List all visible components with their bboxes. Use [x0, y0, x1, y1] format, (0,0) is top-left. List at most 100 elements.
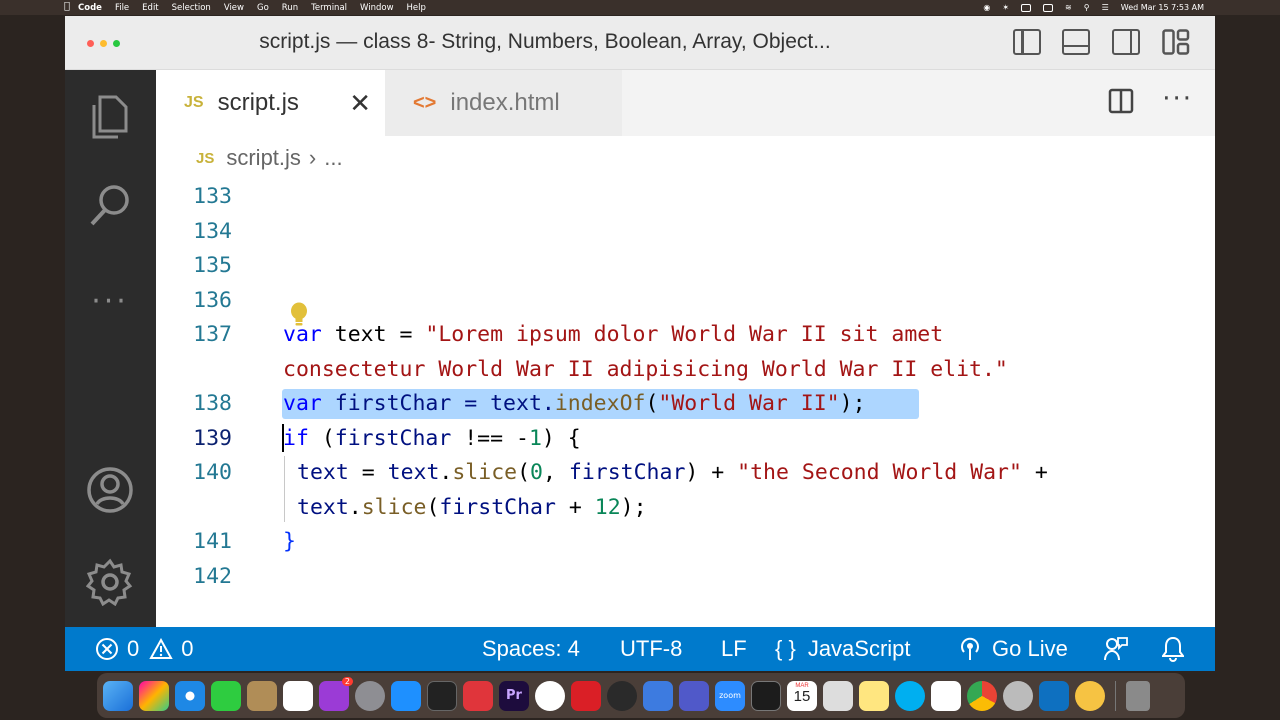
- menu-go[interactable]: Go: [257, 3, 269, 13]
- breadcrumb: JS script.js › ...: [156, 136, 1215, 180]
- vscode-window: script.js — class 8- String, Numbers, Bo…: [65, 16, 1215, 671]
- trash-icon[interactable]: [1126, 680, 1150, 711]
- apple-icon[interactable]: : [64, 1, 70, 12]
- safari-icon[interactable]: [175, 680, 205, 711]
- code-line-140: text = text.slice(0, firstChar) + "the S…: [297, 460, 1048, 485]
- zoom-icon[interactable]: zoom: [715, 680, 745, 711]
- eol-indicator[interactable]: LF: [721, 636, 747, 662]
- chevron-right-icon: ›: [308, 145, 317, 170]
- language-label: JavaScript: [807, 636, 911, 661]
- obs-icon[interactable]: [607, 680, 637, 711]
- go-live-label: Go Live: [992, 636, 1068, 661]
- reminders-icon[interactable]: [283, 680, 313, 711]
- teams-icon[interactable]: [679, 680, 709, 711]
- writer-icon[interactable]: [535, 680, 565, 711]
- split-editor-icon[interactable]: [1108, 88, 1134, 118]
- toggle-secondary-sidebar-icon[interactable]: [1112, 29, 1140, 55]
- vscode-icon[interactable]: [1039, 680, 1069, 711]
- status-bar: 0 0 Spaces: 4 UTF-8 LF { } JavaScript Go…: [65, 627, 1215, 671]
- launchpad-icon[interactable]: [139, 680, 169, 711]
- more-actions-icon[interactable]: ···: [1162, 86, 1193, 112]
- tab-index-html[interactable]: <> index.html: [385, 70, 622, 136]
- line-number: 134: [193, 219, 232, 244]
- cast-app-icon[interactable]: [463, 680, 493, 711]
- problems-indicator[interactable]: 0 0: [95, 636, 194, 662]
- menu-view[interactable]: View: [224, 3, 244, 13]
- podcasts-badge: 2: [341, 676, 353, 686]
- toggle-panel-icon[interactable]: [1062, 29, 1090, 55]
- feedback-icon[interactable]: [1103, 636, 1129, 662]
- menubar-clock[interactable]: Wed Mar 15 7:53 AM: [1121, 3, 1204, 12]
- chrome-canary-icon[interactable]: [1075, 680, 1105, 711]
- creative-cloud-icon[interactable]: [571, 680, 601, 711]
- mac-dock: 2 Pr zoom MAR 15: [97, 673, 1185, 718]
- settings-gear-icon[interactable]: [85, 557, 135, 607]
- menu-run[interactable]: Run: [282, 3, 298, 13]
- finder-icon[interactable]: [103, 680, 133, 711]
- xcode-icon[interactable]: [643, 680, 673, 711]
- error-icon: [96, 638, 118, 660]
- line-number: 140: [193, 460, 232, 485]
- podcasts-icon[interactable]: 2: [319, 676, 353, 711]
- search-icon[interactable]: [85, 180, 135, 230]
- editor-tabs: JS script.js ✕ <> index.html ···: [156, 70, 1215, 136]
- code-line-140-wrap: text.slice(firstChar + 12);: [297, 495, 647, 520]
- skype-icon[interactable]: [895, 680, 925, 711]
- menu-window[interactable]: Window: [360, 3, 394, 13]
- indent-guide: [284, 456, 285, 522]
- wifi-icon[interactable]: ≋: [1065, 3, 1072, 12]
- premiere-icon[interactable]: Pr: [499, 680, 529, 711]
- code-line-137: var text = "Lorem ipsum dolor World War …: [283, 322, 944, 347]
- battery-icon[interactable]: [1043, 3, 1054, 12]
- encoding-indicator[interactable]: UTF-8: [620, 636, 682, 662]
- explorer-icon[interactable]: [85, 92, 135, 142]
- editor-actions: ···: [1108, 86, 1193, 118]
- html-file-icon: <>: [413, 91, 437, 114]
- breadcrumb-symbol[interactable]: ...: [324, 145, 342, 171]
- chrome-icon[interactable]: [967, 680, 997, 711]
- language-mode[interactable]: { } JavaScript: [775, 636, 911, 662]
- line-number: 137: [193, 322, 232, 347]
- js-file-icon: JS: [184, 94, 204, 111]
- menu-selection[interactable]: Selection: [172, 3, 211, 13]
- toggle-sidebar-icon[interactable]: [1013, 29, 1041, 55]
- preview-icon[interactable]: [1003, 680, 1033, 711]
- notifications-bell-icon[interactable]: [1162, 636, 1184, 662]
- activity-monitor-icon[interactable]: [427, 680, 457, 711]
- control-center-icon[interactable]: ☰: [1102, 3, 1109, 12]
- tab-label: index.html: [450, 89, 560, 116]
- bluetooth-icon[interactable]: ✶: [1002, 3, 1009, 12]
- tab-label: script.js: [217, 89, 299, 116]
- search-icon[interactable]: ⚲: [1084, 3, 1090, 12]
- menu-terminal[interactable]: Terminal: [311, 3, 347, 13]
- menu-app[interactable]: Code: [78, 3, 102, 13]
- code-editor[interactable]: 133 134 135 136 137 138 139 140 141 142 …: [156, 180, 1215, 627]
- menu-help[interactable]: Help: [407, 3, 426, 13]
- menu-file[interactable]: File: [115, 3, 129, 13]
- more-views-icon[interactable]: ···: [85, 276, 135, 326]
- record-icon[interactable]: ◉: [983, 3, 990, 12]
- code-line-137-wrap: consectetur World War II adipisicing Wor…: [283, 357, 1008, 382]
- calculator-icon[interactable]: [823, 680, 853, 711]
- line-number: 141: [193, 529, 232, 554]
- close-tab-icon[interactable]: ✕: [349, 88, 371, 119]
- contacts-icon[interactable]: [247, 680, 277, 711]
- go-live-button[interactable]: Go Live: [958, 636, 1068, 662]
- terminal-icon[interactable]: [751, 680, 781, 711]
- customize-layout-icon[interactable]: [1162, 29, 1190, 55]
- code-line-141: }: [283, 529, 296, 554]
- system-settings-icon[interactable]: [355, 680, 385, 711]
- slack-icon[interactable]: [931, 680, 961, 711]
- account-icon[interactable]: [85, 465, 135, 515]
- code-line-139: if (firstChar !== -1) {: [283, 426, 581, 451]
- input-icon[interactable]: [1021, 3, 1032, 12]
- indentation-indicator[interactable]: Spaces: 4: [482, 636, 580, 662]
- facetime-icon[interactable]: [211, 680, 241, 711]
- tab-script-js[interactable]: JS script.js ✕: [156, 70, 385, 136]
- broadcast-icon: [961, 637, 979, 660]
- menu-edit[interactable]: Edit: [142, 3, 158, 13]
- app-store-icon[interactable]: [391, 680, 421, 711]
- breadcrumb-file[interactable]: script.js: [226, 145, 301, 171]
- calendar-icon[interactable]: MAR 15: [787, 680, 817, 711]
- notes-icon[interactable]: [859, 680, 889, 711]
